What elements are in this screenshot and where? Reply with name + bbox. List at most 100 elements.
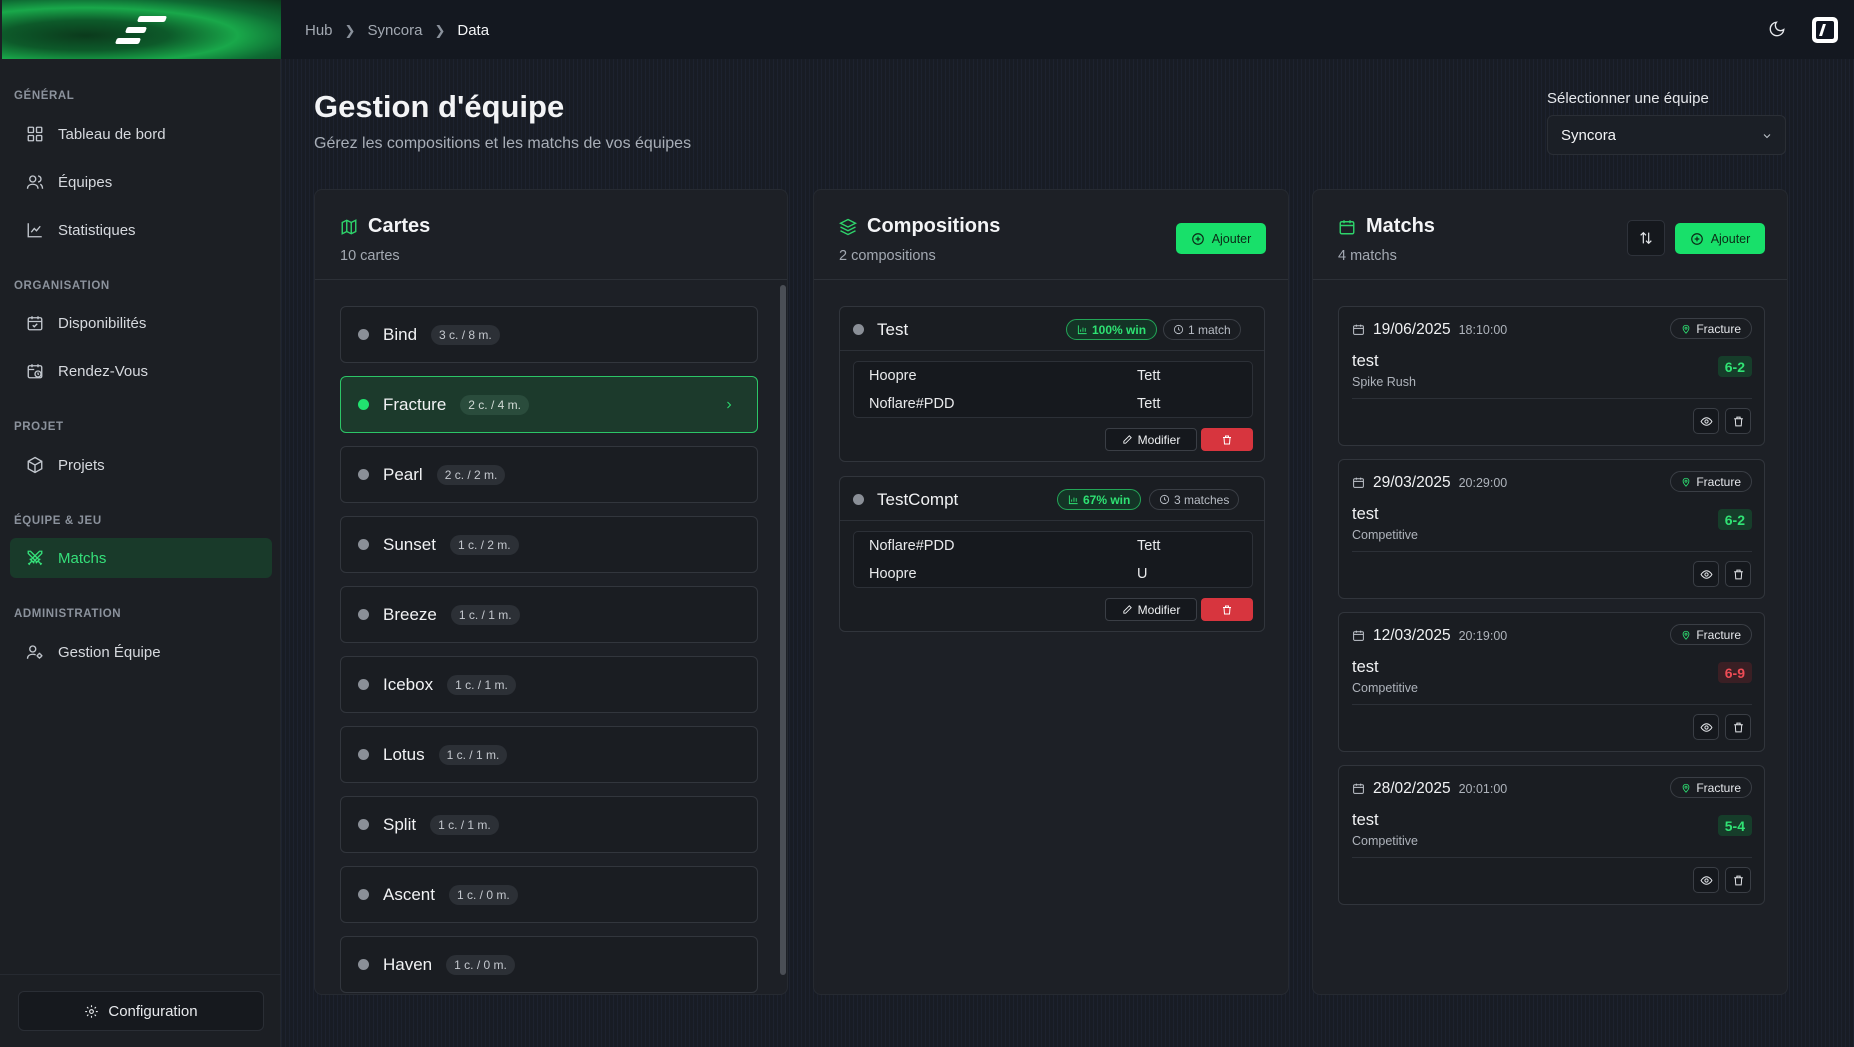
configuration-button[interactable]: Configuration: [18, 991, 264, 1031]
matches-panel-header: Matchs 4 matchs Ajouter: [1313, 190, 1787, 280]
view-match-button[interactable]: [1693, 867, 1719, 893]
delete-composition-button[interactable]: [1201, 428, 1253, 451]
maps-title: Cartes: [368, 215, 431, 237]
win-rate-label: 100% win: [1092, 322, 1147, 337]
map-name: Fracture: [383, 394, 447, 414]
app-logo[interactable]: [2, 0, 281, 59]
match-name: test: [1352, 658, 1379, 676]
sidebar-item-dashboard[interactable]: Tableau de bord: [10, 114, 272, 154]
configuration-label: Configuration: [108, 1002, 198, 1020]
team-select-value: Syncora: [1561, 126, 1617, 144]
player-name: Noflare#PDD: [869, 396, 955, 412]
map-status-dot: [358, 679, 369, 690]
sidebar-item-appointments[interactable]: Rendez-Vous: [10, 351, 272, 391]
composition-status-dot: [853, 494, 864, 505]
breadcrumb: Hub ❯ Syncora ❯ Data: [305, 22, 489, 39]
match-mode: Spike Rush: [1352, 375, 1416, 389]
sidebar-item-matches[interactable]: Matchs: [10, 538, 272, 578]
map-status-dot: [358, 329, 369, 340]
match-name: test: [1352, 811, 1379, 829]
sidebar-item-label: Disponibilités: [58, 314, 147, 332]
map-item-lotus[interactable]: Lotus 1 c. / 1 m.: [340, 726, 758, 783]
section-title-general: GÉNÉRAL: [14, 90, 75, 102]
match-datetime: 12/03/2025 20:19:00: [1352, 627, 1507, 645]
breadcrumb-hub[interactable]: Hub: [305, 22, 333, 39]
calendar-check-icon: [27, 316, 43, 331]
win-rate-label: 67% win: [1083, 492, 1131, 507]
delete-match-button[interactable]: [1725, 408, 1751, 434]
matches-count-badge: 1 match: [1163, 319, 1241, 340]
breadcrumb-syncora[interactable]: Syncora: [367, 22, 422, 39]
sidebar-item-availability[interactable]: Disponibilités: [10, 303, 272, 343]
match-mode: Competitive: [1352, 834, 1418, 848]
add-match-button[interactable]: Ajouter: [1675, 223, 1765, 254]
eye-icon: [1700, 875, 1712, 885]
match-map-name: Fracture: [1696, 321, 1741, 336]
match-card[interactable]: 19/06/2025 18:10:00 Fracture test Spike …: [1338, 306, 1765, 446]
edit-composition-button[interactable]: Modifier: [1105, 598, 1197, 621]
delete-match-button[interactable]: [1725, 867, 1751, 893]
breadcrumb-current: Data: [457, 22, 490, 39]
calendar-icon: [1339, 219, 1355, 234]
match-map-tag: Fracture: [1670, 624, 1752, 645]
map-item-sunset[interactable]: Sunset 1 c. / 2 m.: [340, 516, 758, 573]
sidebar: GÉNÉRAL Tableau de bord Équipes Statisti…: [0, 0, 281, 1047]
map-item-ascent[interactable]: Ascent 1 c. / 0 m.: [340, 866, 758, 923]
map-item-pearl[interactable]: Pearl 2 c. / 2 m.: [340, 446, 758, 503]
map-icon: [341, 218, 357, 235]
line-chart-icon: [27, 223, 42, 238]
map-item-haven[interactable]: Haven 1 c. / 0 m.: [340, 936, 758, 993]
match-card[interactable]: 12/03/2025 20:19:00 Fracture test Compet…: [1338, 612, 1765, 752]
composition-status-dot: [853, 324, 864, 335]
sidebar-item-statistics[interactable]: Statistiques: [10, 210, 272, 250]
team-select-label: Sélectionner une équipe: [1547, 90, 1709, 107]
delete-match-button[interactable]: [1725, 714, 1751, 740]
calendar-icon: [1353, 783, 1364, 794]
sidebar-item-projects[interactable]: Projets: [10, 445, 272, 485]
composition-card[interactable]: Test 100% win 1 match Hoopre Tett Noflar…: [839, 306, 1265, 462]
match-time: 20:01:00: [1458, 782, 1508, 796]
match-card[interactable]: 29/03/2025 20:29:00 Fracture test Compet…: [1338, 459, 1765, 599]
moon-icon: [1769, 21, 1785, 37]
sort-button[interactable]: [1627, 220, 1665, 256]
sidebar-item-team-management[interactable]: Gestion Équipe: [10, 632, 272, 672]
avatar[interactable]: [1812, 17, 1838, 43]
map-status-dot: [358, 959, 369, 970]
map-item-icebox[interactable]: Icebox 1 c. / 1 m.: [340, 656, 758, 713]
add-composition-button[interactable]: Ajouter: [1176, 223, 1266, 254]
maps-scrollbar[interactable]: [780, 285, 786, 975]
delete-match-button[interactable]: [1725, 561, 1751, 587]
edit-composition-button[interactable]: Modifier: [1105, 428, 1197, 451]
view-match-button[interactable]: [1693, 561, 1719, 587]
map-item-bind[interactable]: Bind 3 c. / 8 m.: [340, 306, 758, 363]
match-score: 5-4: [1717, 815, 1752, 836]
match-score: 6-9: [1717, 662, 1752, 683]
gear-icon: [85, 1004, 99, 1018]
edit-icon: [1123, 605, 1132, 614]
compositions-title: Compositions: [867, 215, 1001, 237]
sidebar-item-label: Équipes: [58, 173, 113, 191]
player-name: Hoopre: [869, 368, 917, 384]
map-badge: 1 c. / 0 m.: [448, 884, 518, 905]
delete-composition-button[interactable]: [1201, 598, 1253, 621]
match-card[interactable]: 28/02/2025 20:01:00 Fracture test Compet…: [1338, 765, 1765, 905]
map-item-breeze[interactable]: Breeze 1 c. / 1 m.: [340, 586, 758, 643]
match-date: 19/06/2025: [1373, 321, 1451, 338]
view-match-button[interactable]: [1693, 408, 1719, 434]
sort-arrows-icon: [1640, 231, 1652, 245]
theme-toggle-button[interactable]: [1768, 20, 1788, 40]
map-item-split[interactable]: Split 1 c. / 1 m.: [340, 796, 758, 853]
sidebar-item-teams[interactable]: Équipes: [10, 162, 272, 202]
matches-count-label: 1 match: [1188, 322, 1231, 337]
match-time: 18:10:00: [1458, 323, 1508, 337]
map-item-fracture[interactable]: Fracture 2 c. / 4 m.: [340, 376, 758, 433]
maps-panel-title: Cartes: [340, 215, 430, 238]
trash-icon: [1733, 722, 1743, 732]
view-match-button[interactable]: [1693, 714, 1719, 740]
composition-header: Test 100% win 1 match: [840, 307, 1264, 351]
chevron-right-icon: [727, 401, 732, 409]
composition-card[interactable]: TestCompt 67% win 3 matches Noflare#PDD …: [839, 476, 1265, 632]
add-composition-label: Ajouter: [1211, 231, 1252, 246]
compositions-panel-header: Compositions 2 compositions Ajouter: [814, 190, 1288, 280]
team-select[interactable]: Syncora: [1547, 115, 1786, 155]
